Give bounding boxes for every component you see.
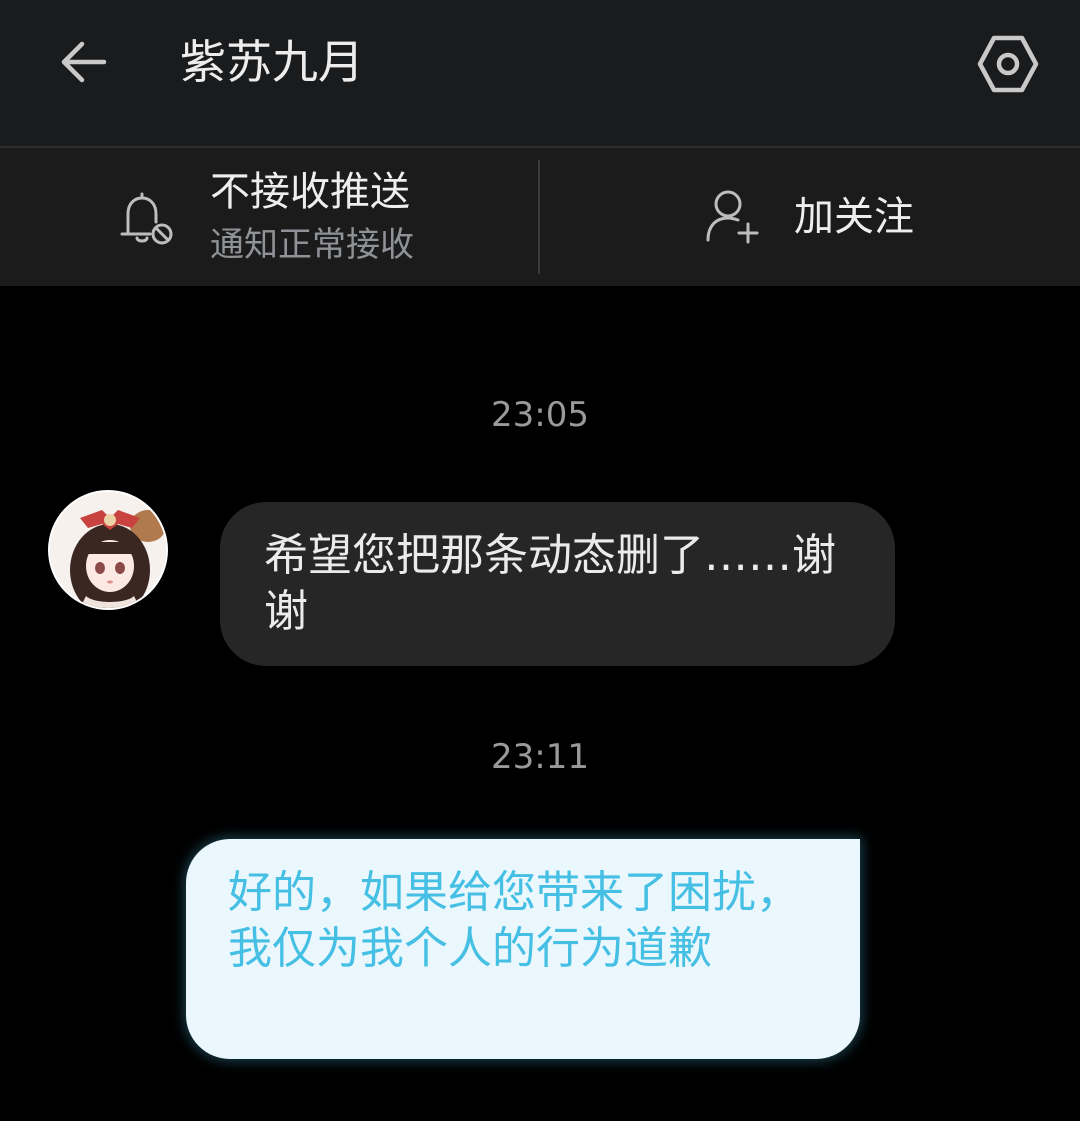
message-timestamp: 23:05 xyxy=(491,395,589,435)
follow-button[interactable]: 加关注 xyxy=(540,148,1080,286)
outgoing-message-bubble[interactable]: 好的，如果给您带来了困扰，我仅为我个人的行为道歉 xyxy=(186,839,860,1059)
push-setting-title: 不接收推送 xyxy=(210,169,410,215)
message-text: 希望您把那条动态删了……谢谢 xyxy=(264,530,836,637)
hexagon-gear-icon xyxy=(977,35,1039,93)
bell-off-icon xyxy=(120,192,173,245)
follow-label: 加关注 xyxy=(794,194,914,240)
settings-button[interactable] xyxy=(972,28,1044,100)
action-bar: 不接收推送 通知正常接收 加关注 xyxy=(0,148,1080,286)
avatar[interactable] xyxy=(48,490,168,610)
arrow-left-icon xyxy=(61,41,107,83)
message-timestamp: 23:11 xyxy=(491,737,589,777)
page-title: 紫苏九月 xyxy=(180,35,364,89)
incoming-message-bubble[interactable]: 希望您把那条动态删了……谢谢 xyxy=(220,502,895,666)
chat-screen: 紫苏九月 不接收推送 通知正常接收 加关注 23:05 希望您把那条动态删了……… xyxy=(0,0,1080,1121)
push-setting-button[interactable]: 不接收推送 通知正常接收 xyxy=(0,148,538,286)
top-bar: 紫苏九月 xyxy=(0,0,1080,146)
message-text: 好的，如果给您带来了困扰，我仅为我个人的行为道歉 xyxy=(228,867,800,974)
avatar-image xyxy=(50,492,166,608)
push-setting-subtitle: 通知正常接收 xyxy=(210,225,414,265)
back-button[interactable] xyxy=(52,30,116,94)
user-add-icon xyxy=(706,190,759,244)
